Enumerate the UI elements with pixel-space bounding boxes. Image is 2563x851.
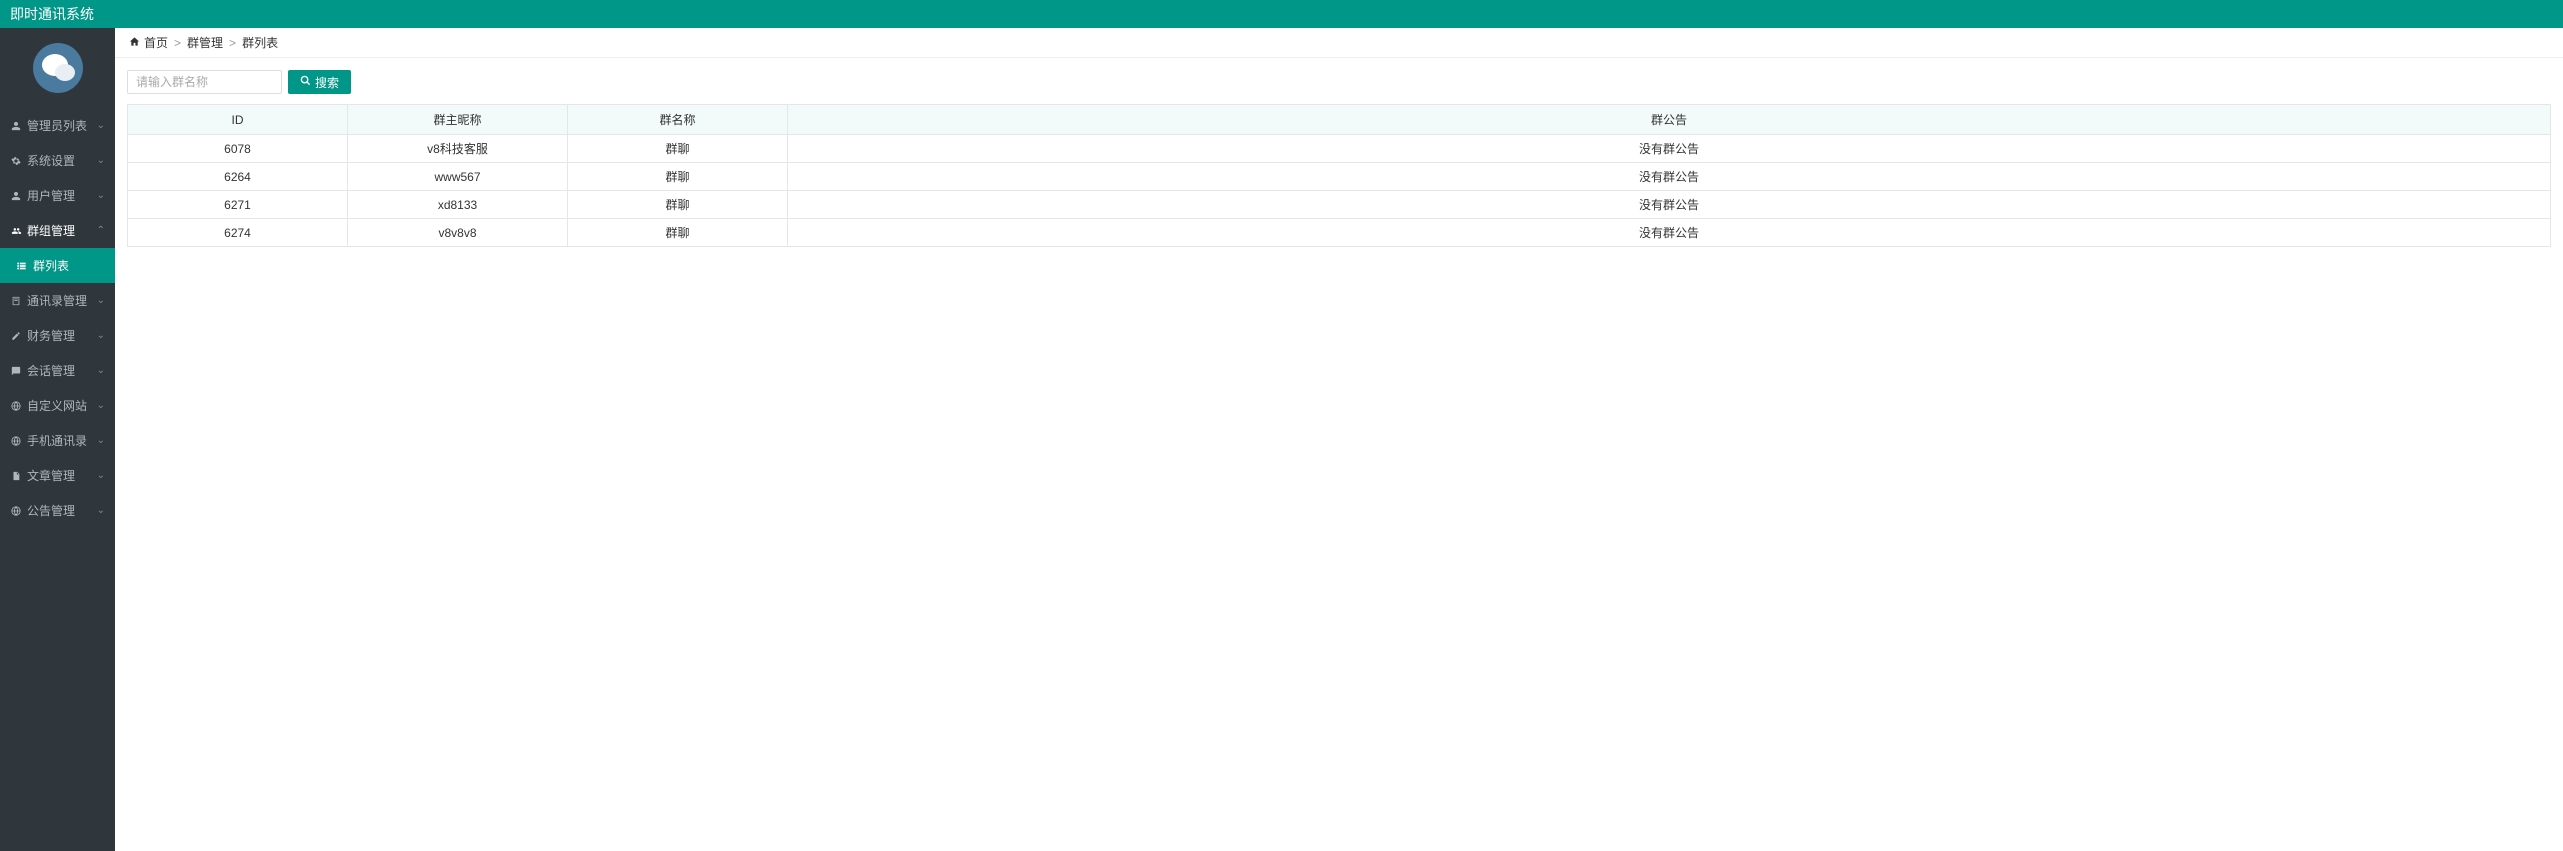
table-cell-owner: v8科技客服 [348,135,568,163]
table-cell-id: 6271 [128,191,348,219]
table-header-name: 群名称 [568,105,788,135]
sidebar-item-phone-contacts[interactable]: 手机通讯录 ⌄ [0,423,115,458]
chevron-down-icon: ⌄ [97,330,105,341]
book-icon [10,295,22,307]
users-icon [10,225,22,237]
table-cell-owner: xd8133 [348,191,568,219]
main-container: 管理员列表 ⌄ 系统设置 ⌄ 用户管理 ⌄ [0,28,2563,851]
sidebar-item-label: 通讯录管理 [27,292,87,309]
table-cell-id: 6264 [128,163,348,191]
logo-wrapper [0,28,115,108]
sidebar-item-custom-site[interactable]: 自定义网站 ⌄ [0,388,115,423]
globe-icon [10,505,22,517]
chevron-down-icon: ⌄ [97,155,105,166]
search-input[interactable] [127,70,282,94]
search-icon [300,75,311,89]
edit-icon [10,330,22,342]
sidebar-item-article[interactable]: 文章管理 ⌄ [0,458,115,493]
sidebar-item-label: 财务管理 [27,327,75,344]
app-logo-icon [33,43,83,93]
sidebar-item-label: 系统设置 [27,152,75,169]
breadcrumb-home[interactable]: 首页 [144,34,168,51]
sidebar-item-admin-list[interactable]: 管理员列表 ⌄ [0,108,115,143]
app-header: 即时通讯系统 [0,0,2563,28]
table-cell-notice: 没有群公告 [788,163,2551,191]
sidebar-item-label: 公告管理 [27,502,75,519]
sidebar-item-label: 用户管理 [27,187,75,204]
sidebar-item-session[interactable]: 会话管理 ⌄ [0,353,115,388]
table-cell-owner: v8v8v8 [348,219,568,247]
sidebar-subitem-group-list[interactable]: 群列表 [0,248,115,283]
user-icon [10,120,22,132]
gear-icon [10,155,22,167]
table-cell-notice: 没有群公告 [788,135,2551,163]
chat-icon [10,365,22,377]
sidebar-item-group-management[interactable]: 群组管理 ⌃ [0,213,115,248]
chevron-up-icon: ⌃ [97,225,105,236]
table-cell-name: 群聊 [568,191,788,219]
breadcrumb-separator: > [229,36,236,50]
table-cell-id: 6078 [128,135,348,163]
sidebar-item-label: 自定义网站 [27,397,87,414]
sidebar: 管理员列表 ⌄ 系统设置 ⌄ 用户管理 ⌄ [0,28,115,851]
table-cell-name: 群聊 [568,135,788,163]
sidebar-item-notice[interactable]: 公告管理 ⌄ [0,493,115,528]
chevron-down-icon: ⌄ [97,365,105,376]
globe-icon [10,435,22,447]
table-header-row: ID 群主昵称 群名称 群公告 [128,105,2551,135]
table-cell-name: 群聊 [568,163,788,191]
breadcrumb-current: 群列表 [242,34,278,51]
table-cell-notice: 没有群公告 [788,219,2551,247]
breadcrumb: 首页 > 群管理 > 群列表 [115,28,2563,58]
sidebar-item-finance[interactable]: 财务管理 ⌄ [0,318,115,353]
table-header-notice: 群公告 [788,105,2551,135]
globe-icon [10,400,22,412]
table-row: 6078 v8科技客服 群聊 没有群公告 [128,135,2551,163]
chevron-down-icon: ⌄ [97,190,105,201]
content-area: 搜索 ID 群主昵称 群名称 群公告 6078 v8科技客服 群 [115,58,2563,259]
chevron-down-icon: ⌄ [97,435,105,446]
sidebar-item-user-management[interactable]: 用户管理 ⌄ [0,178,115,213]
search-button[interactable]: 搜索 [288,70,351,94]
table-cell-notice: 没有群公告 [788,191,2551,219]
sidebar-item-label: 手机通讯录 [27,432,87,449]
sidebar-item-system-settings[interactable]: 系统设置 ⌄ [0,143,115,178]
list-icon [16,261,27,271]
chevron-down-icon: ⌄ [97,400,105,411]
sidebar-item-label: 群组管理 [27,222,75,239]
sidebar-item-label: 文章管理 [27,467,75,484]
home-icon [129,36,140,50]
table-cell-id: 6274 [128,219,348,247]
group-table: ID 群主昵称 群名称 群公告 6078 v8科技客服 群聊 没有群公告 626… [127,104,2551,247]
chevron-down-icon: ⌄ [97,505,105,516]
search-button-label: 搜索 [315,74,339,91]
sidebar-item-label: 会话管理 [27,362,75,379]
breadcrumb-mid[interactable]: 群管理 [187,34,223,51]
search-row: 搜索 [127,70,2551,94]
chevron-down-icon: ⌄ [97,120,105,131]
chevron-down-icon: ⌄ [97,470,105,481]
table-header-id: ID [128,105,348,135]
sidebar-item-label: 管理员列表 [27,117,87,134]
table-row: 6274 v8v8v8 群聊 没有群公告 [128,219,2551,247]
table-row: 6271 xd8133 群聊 没有群公告 [128,191,2551,219]
main-content: 首页 > 群管理 > 群列表 搜索 ID 群主昵称 [115,28,2563,851]
chevron-down-icon: ⌄ [97,295,105,306]
app-title: 即时通讯系统 [10,4,94,24]
table-header-owner: 群主昵称 [348,105,568,135]
sidebar-item-contacts[interactable]: 通讯录管理 ⌄ [0,283,115,318]
doc-icon [10,470,22,482]
table-cell-owner: www567 [348,163,568,191]
breadcrumb-separator: > [174,36,181,50]
table-cell-name: 群聊 [568,219,788,247]
user-icon [10,190,22,202]
sidebar-subitem-label: 群列表 [33,257,69,274]
table-row: 6264 www567 群聊 没有群公告 [128,163,2551,191]
